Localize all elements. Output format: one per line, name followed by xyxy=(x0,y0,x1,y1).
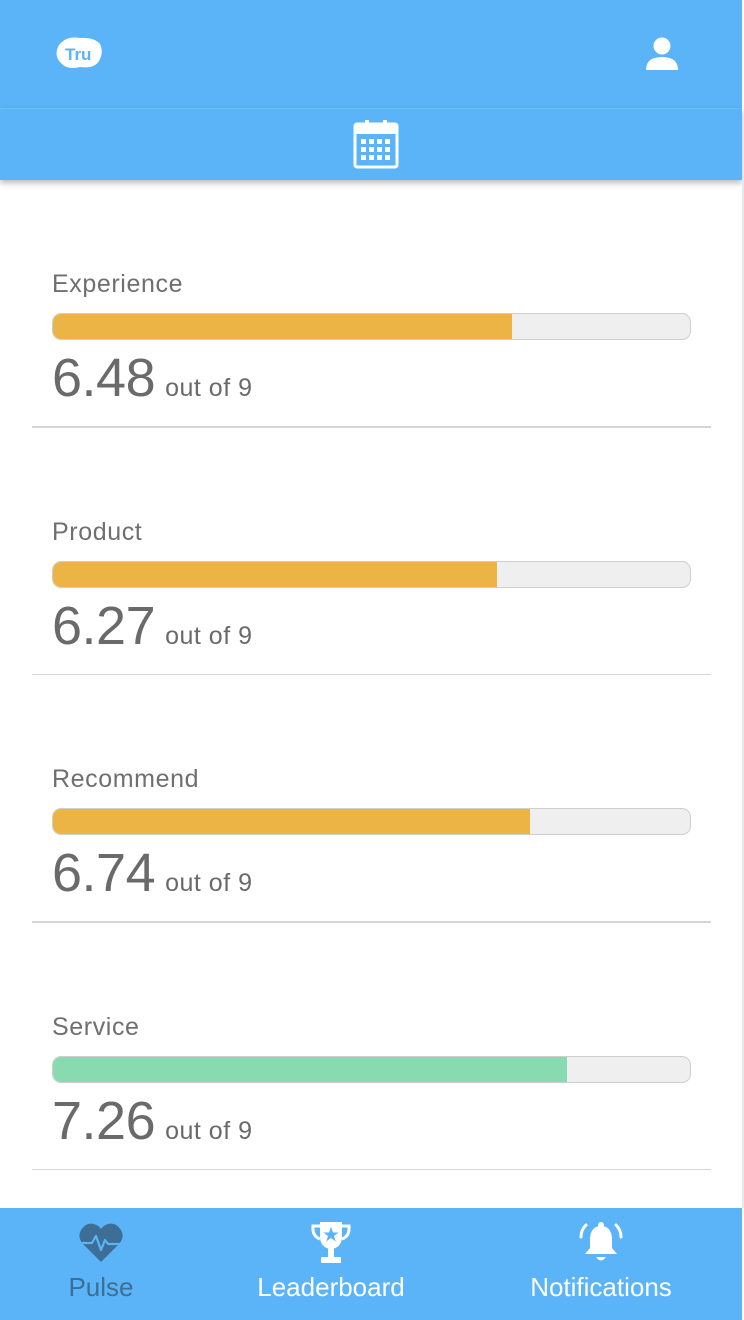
profile-button[interactable] xyxy=(642,34,682,74)
nav-notifications-label: Notifications xyxy=(530,1272,672,1302)
metric-experience: Experience 6.48 out of 9 xyxy=(0,180,742,428)
metric-value: 6.74 xyxy=(52,843,156,903)
metric-label: Product xyxy=(52,517,143,546)
bell-icon xyxy=(579,1222,623,1261)
metrics-list: Experience 6.48 out of 9 Product 6.27 ou… xyxy=(0,180,742,1170)
nav-leaderboard-label: Leaderboard xyxy=(257,1272,405,1302)
metric-suffix: out of 9 xyxy=(165,374,253,402)
metric-label: Experience xyxy=(52,270,184,298)
metric-value: 6.27 xyxy=(52,595,156,656)
nav-notifications[interactable]: Notifications xyxy=(516,1208,686,1320)
app-logo[interactable]: Tru xyxy=(54,34,104,72)
heart-pulse-icon xyxy=(79,1223,123,1262)
calendar-button[interactable] xyxy=(350,118,402,170)
top-header: Tru xyxy=(0,0,742,108)
metric-progress-fill xyxy=(53,561,497,587)
trophy-icon xyxy=(311,1222,351,1263)
metric-label: Recommend xyxy=(52,765,200,793)
metric-progress-track xyxy=(52,1055,691,1083)
metric-progress-fill xyxy=(53,314,512,339)
metric-score: 6.27 out of 9 xyxy=(52,596,253,656)
metric-service: Service 7.26 out of 9 xyxy=(0,923,742,1170)
nav-pulse-label: Pulse xyxy=(68,1272,134,1302)
metric-progress-track xyxy=(52,560,691,588)
metric-progress-track xyxy=(52,808,691,835)
bottom-nav: Pulse Leaderboard Notifications xyxy=(0,1208,742,1320)
metric-progress-fill xyxy=(53,809,531,834)
metric-score: 6.48 out of 9 xyxy=(52,348,253,408)
metric-progress-track xyxy=(52,313,691,340)
metric-value: 7.26 xyxy=(52,1090,156,1151)
metric-progress-fill xyxy=(53,1056,568,1082)
logo-cloud-icon: Tru xyxy=(56,37,102,68)
calendar-icon xyxy=(353,120,399,169)
divider xyxy=(32,1168,711,1170)
metric-label: Service xyxy=(52,1012,140,1041)
metric-suffix: out of 9 xyxy=(165,1116,253,1145)
logo-text: Tru xyxy=(65,45,91,64)
metric-score: 7.26 out of 9 xyxy=(52,1091,253,1151)
metric-product: Product 6.27 out of 9 xyxy=(0,428,742,675)
nav-leaderboard[interactable]: Leaderboard xyxy=(236,1208,426,1320)
metric-score: 6.74 out of 9 xyxy=(52,843,253,903)
metric-suffix: out of 9 xyxy=(165,869,253,897)
metric-suffix: out of 9 xyxy=(165,621,253,650)
date-bar xyxy=(0,108,742,180)
metric-recommend: Recommend 6.74 out of 9 xyxy=(0,675,742,923)
user-icon xyxy=(646,37,678,70)
app-screen: Tru Experience 6.48 out of 9 Product 6.2… xyxy=(0,0,744,1320)
nav-pulse[interactable]: Pulse xyxy=(20,1208,182,1320)
metric-value: 6.48 xyxy=(52,348,156,408)
